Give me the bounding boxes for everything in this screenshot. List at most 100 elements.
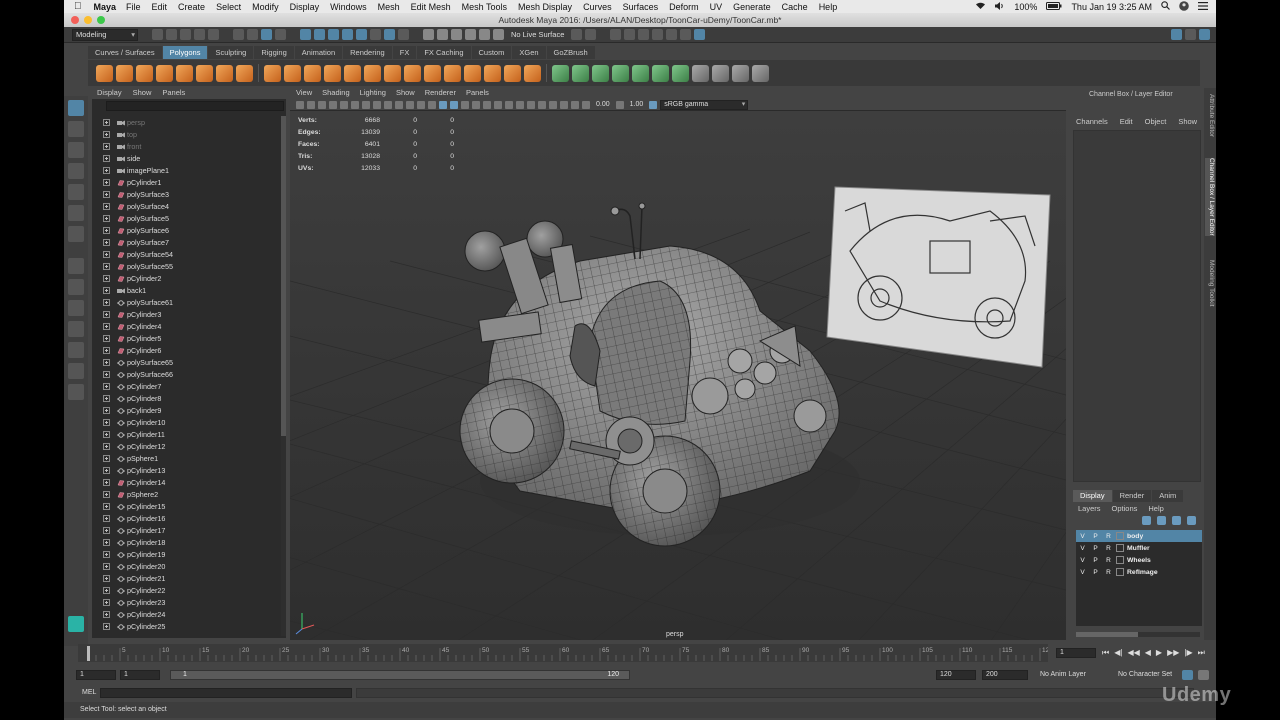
channel-menu-edit[interactable]: Edit bbox=[1120, 117, 1133, 129]
snap-view-plane-icon[interactable] bbox=[342, 29, 353, 40]
outliner-item[interactable]: pCylinder15 bbox=[92, 500, 280, 512]
outliner-item[interactable]: polySurface65 bbox=[92, 356, 280, 368]
paint-select-tool-icon[interactable] bbox=[68, 142, 84, 158]
menu-cache[interactable]: Cache bbox=[782, 2, 808, 12]
offset-edge-loop-icon[interactable] bbox=[504, 64, 521, 82]
uv-toolkit-icon[interactable] bbox=[672, 64, 689, 82]
menu-select[interactable]: Select bbox=[216, 2, 241, 12]
wifi-icon[interactable] bbox=[975, 2, 986, 12]
render-view-icon[interactable] bbox=[437, 29, 448, 40]
symmetry-icon[interactable] bbox=[384, 29, 395, 40]
channel-menu-show[interactable]: Show bbox=[1178, 117, 1197, 129]
menu-create[interactable]: Create bbox=[178, 2, 205, 12]
layer-tab-render[interactable]: Render bbox=[1112, 490, 1152, 502]
select-hierarchy-icon[interactable] bbox=[233, 29, 244, 40]
four-view-layout-icon[interactable] bbox=[68, 279, 84, 295]
save-scene-icon[interactable] bbox=[180, 29, 191, 40]
range-slider[interactable]: 1 120 bbox=[170, 670, 630, 680]
sync-icon[interactable] bbox=[694, 29, 706, 40]
playback-start-field[interactable]: 1 bbox=[120, 670, 160, 680]
outliner-item[interactable]: pCylinder21 bbox=[92, 572, 280, 584]
expand-icon[interactable] bbox=[103, 178, 110, 186]
range-slider-start[interactable]: 1 bbox=[183, 671, 187, 679]
outliner-item[interactable]: pCylinder12 bbox=[92, 440, 280, 452]
command-input[interactable] bbox=[100, 688, 352, 698]
outliner-item[interactable]: pCylinder24 bbox=[92, 608, 280, 620]
playback-end-field[interactable]: 120 bbox=[936, 670, 976, 680]
animation-end-field[interactable]: 200 bbox=[982, 670, 1028, 680]
expand-icon[interactable] bbox=[103, 322, 110, 330]
outliner-item[interactable]: pCylinder5 bbox=[92, 332, 280, 344]
bevel-icon[interactable] bbox=[404, 64, 421, 82]
layer-reference-toggle[interactable]: R bbox=[1102, 557, 1115, 564]
side-tab-attribute-editor[interactable]: Attribute Editor bbox=[1205, 94, 1215, 137]
expand-icon[interactable] bbox=[103, 358, 110, 366]
color-management-icon[interactable] bbox=[649, 100, 658, 109]
multi-cut-icon[interactable] bbox=[424, 64, 441, 82]
select-object-icon[interactable] bbox=[247, 29, 258, 40]
shelf-tab-xgen[interactable]: XGen bbox=[512, 46, 546, 59]
expand-icon[interactable] bbox=[103, 598, 110, 606]
bridge-icon[interactable] bbox=[384, 64, 401, 82]
lock-selection-icon[interactable] bbox=[275, 29, 286, 40]
expand-icon[interactable] bbox=[103, 370, 110, 378]
expand-icon[interactable] bbox=[103, 202, 110, 210]
outliner-item[interactable]: pCylinder17 bbox=[92, 524, 280, 536]
expand-icon[interactable] bbox=[103, 154, 110, 162]
hypershade-icon[interactable] bbox=[493, 29, 504, 40]
outliner-layout-icon[interactable] bbox=[68, 363, 84, 379]
viewport-menu-shading[interactable]: Shading bbox=[322, 88, 350, 99]
new-scene-icon[interactable] bbox=[152, 29, 163, 40]
open-scene-icon[interactable] bbox=[166, 29, 177, 40]
layer-playback-toggle[interactable]: P bbox=[1089, 533, 1102, 540]
smooth-icon[interactable] bbox=[324, 64, 341, 82]
apple-icon[interactable]:  bbox=[74, 1, 82, 12]
select-tool-icon[interactable] bbox=[68, 100, 84, 116]
make-live-icon[interactable] bbox=[370, 29, 381, 40]
center-pivot-icon[interactable] bbox=[692, 64, 709, 82]
expand-icon[interactable] bbox=[103, 550, 110, 558]
menu-help[interactable]: Help bbox=[819, 2, 838, 12]
viewport-menu-lighting[interactable]: Lighting bbox=[360, 88, 386, 99]
camera-attributes-icon[interactable] bbox=[307, 100, 315, 109]
resolution-gate-icon[interactable] bbox=[384, 100, 392, 109]
persp-graph-layout-icon[interactable] bbox=[68, 321, 84, 337]
expand-icon[interactable] bbox=[103, 514, 110, 522]
xray-joints-icon[interactable] bbox=[560, 100, 568, 109]
layer-tab-anim[interactable]: Anim bbox=[1152, 490, 1184, 502]
camera-sequencer-icon[interactable] bbox=[652, 29, 664, 40]
auto-key-icon[interactable] bbox=[1182, 670, 1193, 680]
layer-visibility-toggle[interactable]: V bbox=[1076, 569, 1089, 576]
wireframe-on-shaded-icon[interactable] bbox=[450, 100, 458, 109]
toolbox-toggle-icon[interactable] bbox=[610, 29, 622, 40]
poly-sphere-icon[interactable] bbox=[96, 64, 113, 82]
expand-icon[interactable] bbox=[103, 130, 110, 138]
undo-icon[interactable] bbox=[194, 29, 205, 40]
outliner-item[interactable]: pCylinder13 bbox=[92, 464, 280, 476]
expand-icon[interactable] bbox=[103, 454, 110, 462]
minimize-window-icon[interactable] bbox=[84, 16, 92, 24]
extrude-icon[interactable] bbox=[364, 64, 381, 82]
menu-generate[interactable]: Generate bbox=[733, 2, 771, 12]
go-to-end-icon[interactable]: ⏭ bbox=[1198, 648, 1205, 658]
expand-icon[interactable] bbox=[103, 226, 110, 234]
cylindrical-uv-icon[interactable] bbox=[572, 64, 589, 82]
outliner-scroll-thumb[interactable] bbox=[281, 116, 286, 436]
expand-icon[interactable] bbox=[103, 310, 110, 318]
play-forwards-icon[interactable]: ▶ bbox=[1156, 648, 1162, 658]
textured-icon[interactable] bbox=[461, 100, 469, 109]
checker-icon[interactable] bbox=[652, 64, 669, 82]
poly-cone-icon[interactable] bbox=[156, 64, 173, 82]
outliner-toggle-icon[interactable] bbox=[1185, 29, 1196, 40]
expand-icon[interactable] bbox=[103, 190, 110, 198]
play-backwards-icon[interactable]: ◀ bbox=[1145, 648, 1151, 658]
nav-forward-icon[interactable] bbox=[585, 29, 597, 40]
nav-back-icon[interactable] bbox=[571, 29, 583, 40]
xray-icon[interactable] bbox=[549, 100, 557, 109]
expand-icon[interactable] bbox=[103, 382, 110, 390]
wireframe-icon[interactable] bbox=[428, 100, 436, 109]
snap-point-icon[interactable] bbox=[328, 29, 339, 40]
go-to-start-icon[interactable]: ⏮ bbox=[1102, 648, 1109, 658]
shelf-tab-animation[interactable]: Animation bbox=[294, 46, 343, 59]
layer-menu-help[interactable]: Help bbox=[1148, 504, 1163, 513]
